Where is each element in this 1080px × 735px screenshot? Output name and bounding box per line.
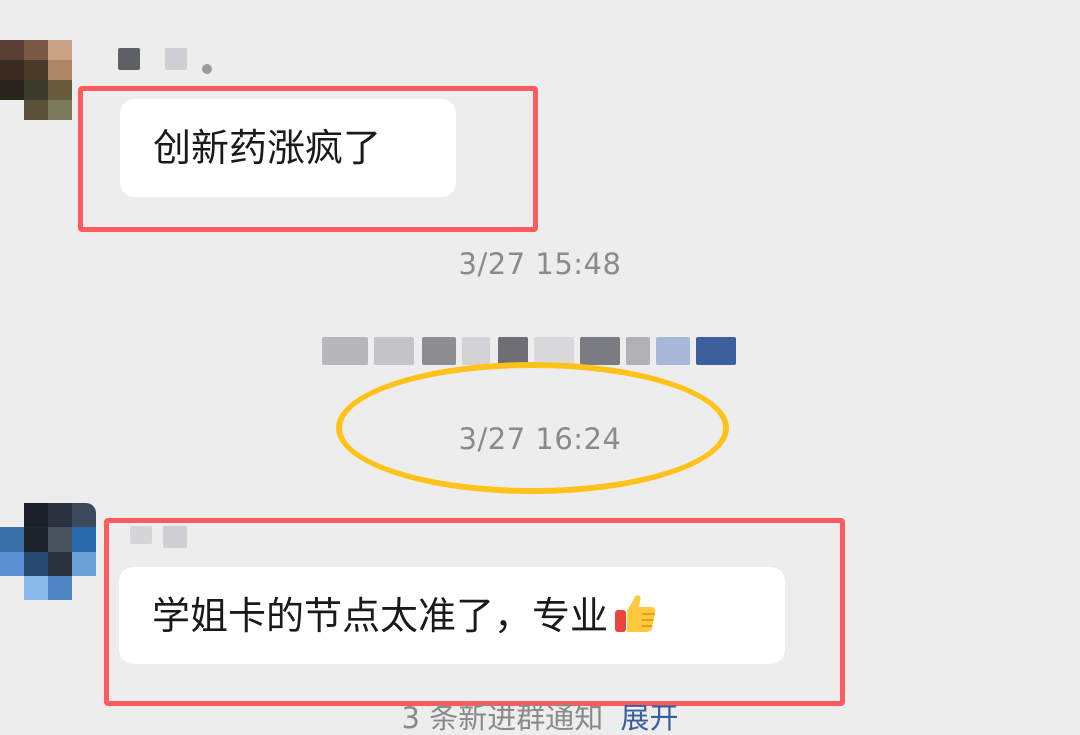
timestamp-1: 3/27 15:48 (458, 247, 622, 281)
sender-avatar-2[interactable] (0, 503, 96, 600)
highlight-box-1 (78, 86, 538, 232)
highlight-ellipse (336, 362, 729, 494)
highlight-box-2 (104, 518, 845, 706)
expand-link[interactable]: 展开 (620, 701, 678, 735)
notice-text: 3 条新进群通知 (401, 701, 604, 735)
